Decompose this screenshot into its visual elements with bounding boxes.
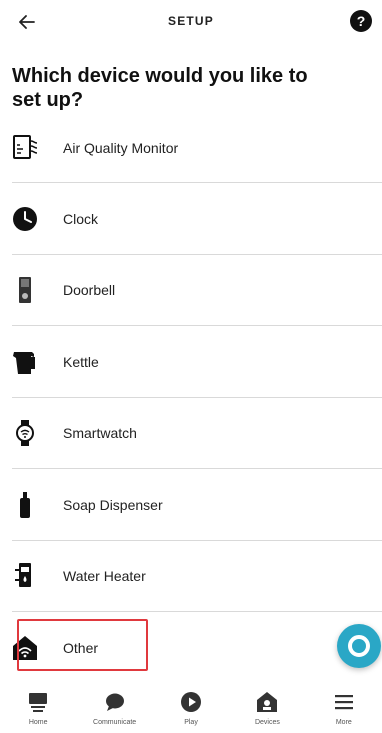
- device-item-doorbell[interactable]: Doorbell: [0, 255, 382, 327]
- soap-dispenser-icon: [10, 490, 40, 520]
- tab-label: Home: [28, 719, 48, 726]
- alexa-ring-icon: [348, 635, 370, 657]
- communicate-icon: [103, 691, 127, 713]
- device-item-soap-dispenser[interactable]: Soap Dispenser: [0, 469, 382, 541]
- tab-label: Devices: [254, 719, 280, 726]
- device-item-kettle[interactable]: Kettle: [0, 326, 382, 398]
- tab-devices[interactable]: Devices: [229, 686, 305, 733]
- tab-label: Communicate: [93, 719, 137, 726]
- device-item-clock[interactable]: Clock: [0, 183, 382, 255]
- other-device-icon: [10, 633, 40, 663]
- tab-home[interactable]: Home: [0, 686, 76, 733]
- water-heater-icon: [10, 561, 40, 591]
- help-button[interactable]: ?: [350, 10, 372, 32]
- doorbell-icon: [10, 275, 40, 305]
- header: SETUP ?: [0, 0, 382, 44]
- device-list: Air Quality Monitor Clock Doorbell Kettl…: [0, 112, 382, 684]
- tab-more[interactable]: More: [306, 686, 382, 733]
- setup-question: Which device would you like to set up?: [12, 65, 308, 111]
- bottom-tab-bar: Home Communicate Play Devices More: [0, 686, 382, 733]
- device-label: Clock: [63, 210, 99, 227]
- device-label: Smartwatch: [63, 425, 137, 442]
- smartwatch-icon: [10, 418, 40, 448]
- page-title: SETUP: [167, 14, 214, 28]
- device-item-other[interactable]: Other: [0, 612, 382, 684]
- device-label: Doorbell: [63, 282, 116, 299]
- tab-play[interactable]: Play: [153, 686, 229, 733]
- kettle-icon: [10, 347, 40, 377]
- clock-icon: [10, 204, 40, 234]
- alexa-button[interactable]: [337, 624, 381, 668]
- more-icon: [332, 691, 356, 713]
- devices-icon: [255, 691, 279, 713]
- tab-communicate[interactable]: Communicate: [76, 686, 152, 733]
- device-label: Kettle: [63, 353, 99, 370]
- play-icon: [179, 691, 203, 713]
- device-item-air-quality-monitor[interactable]: Air Quality Monitor: [0, 112, 382, 183]
- device-label: Air Quality Monitor: [63, 140, 179, 156]
- device-item-smartwatch[interactable]: Smartwatch: [0, 398, 382, 470]
- home-icon: [26, 691, 50, 713]
- tab-label: Play: [184, 719, 198, 726]
- device-label: Water Heater: [63, 568, 146, 585]
- air-quality-monitor-icon: [10, 132, 40, 162]
- device-item-water-heater[interactable]: Water Heater: [0, 541, 382, 613]
- device-label: Other: [63, 639, 99, 656]
- device-label: Soap Dispenser: [63, 496, 163, 513]
- tab-label: More: [335, 719, 352, 726]
